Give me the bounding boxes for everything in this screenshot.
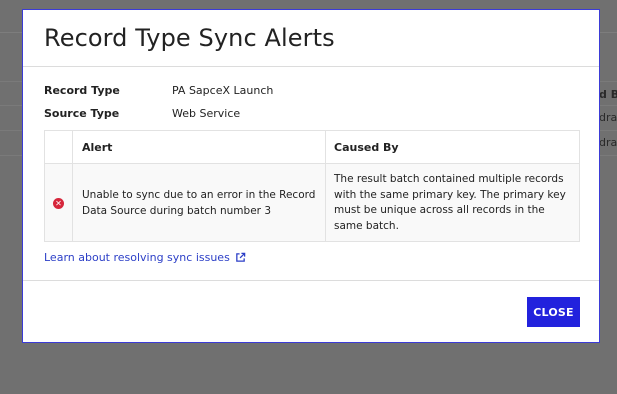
background-cell: dra: [599, 136, 617, 149]
source-type-value: Web Service: [172, 107, 241, 120]
column-divider: [325, 131, 326, 241]
column-header-caused-by: Caused By: [334, 141, 399, 154]
dialog-title: Record Type Sync Alerts: [44, 24, 335, 52]
column-divider: [72, 131, 73, 241]
table-header-divider: [45, 163, 579, 164]
external-link-icon: [236, 252, 246, 262]
source-type-label: Source Type: [44, 107, 120, 120]
column-header-alert: Alert: [82, 141, 113, 154]
alerts-table: Alert Caused By ✕ Unable to sync due to …: [44, 130, 580, 242]
close-button[interactable]: CLOSE: [527, 297, 580, 327]
learn-link-label: Learn about resolving sync issues: [44, 251, 230, 264]
footer-divider: [23, 280, 599, 281]
sync-alerts-dialog: Record Type Sync Alerts Record Type PA S…: [22, 9, 600, 343]
learn-sync-issues-link[interactable]: Learn about resolving sync issues: [44, 251, 246, 264]
header-divider: [23, 66, 599, 67]
alert-cell: Unable to sync due to an error in the Re…: [82, 189, 316, 217]
background-cell: dra: [599, 111, 617, 124]
record-type-label: Record Type: [44, 84, 120, 97]
caused-by-cell: The result batch contained multiple reco…: [334, 173, 566, 232]
background-column-header: d By: [599, 88, 617, 101]
error-circle-icon: ✕: [53, 198, 64, 209]
record-type-value: PA SapceX Launch: [172, 84, 274, 97]
